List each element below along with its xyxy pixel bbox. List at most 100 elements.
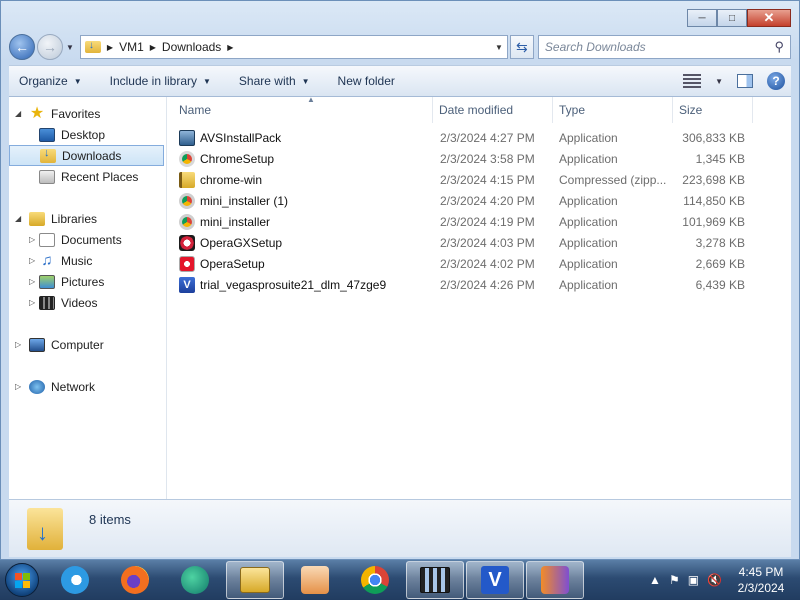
sidebar-item-libraries[interactable]: ◢ Libraries <box>9 208 166 229</box>
sidebar-item-recent-places[interactable]: Recent Places <box>9 166 166 187</box>
back-button[interactable]: ← <box>9 34 35 60</box>
clock-date: 2/3/2024 <box>737 581 785 595</box>
file-date: 2/3/2024 4:26 PM <box>440 277 535 292</box>
recent-pages-dropdown-icon[interactable]: ▼ <box>66 43 74 52</box>
taskbar-vegas[interactable]: V <box>466 561 524 599</box>
sidebar-item-favorites[interactable]: ◢ ★ Favorites <box>9 103 166 124</box>
zip-folder-icon <box>179 171 195 188</box>
documents-icon <box>39 232 55 247</box>
network-status-icon[interactable]: ▣ <box>688 573 699 587</box>
collapsed-triangle-icon[interactable]: ▷ <box>29 277 35 286</box>
navigation-pane[interactable]: ◢ ★ Favorites Desktop Downloads Recent P… <box>9 97 167 499</box>
taskbar-internet-explorer[interactable] <box>46 561 104 599</box>
collapsed-triangle-icon[interactable]: ▷ <box>29 256 35 265</box>
caption-buttons: ─ □ ✕ <box>687 9 791 27</box>
chevron-right-icon[interactable]: ▶ <box>227 43 233 52</box>
opera-icon <box>179 255 195 272</box>
show-hidden-icons-icon[interactable]: ▲ <box>649 573 661 587</box>
forward-button[interactable]: → <box>37 34 63 60</box>
collapsed-triangle-icon[interactable]: ▷ <box>29 235 35 244</box>
collapsed-triangle-icon[interactable]: ▷ <box>15 340 21 349</box>
close-button[interactable]: ✕ <box>747 9 791 27</box>
breadcrumb-downloads[interactable]: Downloads <box>162 40 221 54</box>
maximize-button[interactable]: □ <box>717 9 747 27</box>
sidebar-item-pictures[interactable]: ▷ Pictures <box>9 271 166 292</box>
taskbar-chrome[interactable] <box>346 561 404 599</box>
share-with-button[interactable]: Share with ▼ <box>239 74 310 88</box>
expanded-triangle-icon[interactable]: ◢ <box>15 214 21 223</box>
sidebar-item-label: Network <box>51 379 96 394</box>
search-input[interactable]: Search Downloads ⚲ <box>537 35 791 59</box>
sidebar-item-label: Music <box>61 253 93 268</box>
column-header-date-modified[interactable]: Date modified <box>433 97 553 123</box>
file-row[interactable]: mini_installer (1) 2/3/2024 4:20 PM Appl… <box>167 190 791 211</box>
column-header-size[interactable]: Size <box>673 97 753 123</box>
sidebar-item-computer[interactable]: ▷ Computer <box>9 334 166 355</box>
file-row[interactable]: ChromeSetup 2/3/2024 3:58 PM Application… <box>167 148 791 169</box>
volume-muted-icon[interactable]: 🔇 <box>707 573 722 587</box>
taskbar-media-player[interactable] <box>286 561 344 599</box>
sidebar-item-music[interactable]: ▷ ♫ Music <box>9 250 166 271</box>
new-folder-button[interactable]: New folder <box>338 74 395 88</box>
taskbar-video-editor[interactable] <box>406 561 464 599</box>
sidebar-item-documents[interactable]: ▷ Documents <box>9 229 166 250</box>
file-row[interactable]: OperaGXSetup 2/3/2024 4:03 PM Applicatio… <box>167 232 791 253</box>
taskbar-windows-explorer[interactable] <box>226 561 284 599</box>
sidebar-item-label: Videos <box>61 295 98 310</box>
sidebar-item-downloads[interactable]: Downloads <box>9 145 164 166</box>
collapsed-triangle-icon[interactable]: ▷ <box>29 298 35 307</box>
taskbar-firefox[interactable] <box>106 561 164 599</box>
include-in-library-label: Include in library <box>109 74 197 88</box>
share-with-label: Share with <box>238 74 296 88</box>
sidebar-item-desktop[interactable]: Desktop <box>9 124 166 145</box>
include-in-library-button[interactable]: Include in library ▼ <box>110 74 211 88</box>
view-options-dropdown-icon[interactable]: ▼ <box>715 77 723 86</box>
chevron-down-icon: ▼ <box>203 76 211 86</box>
edge-icon <box>181 566 209 594</box>
videos-icon <box>39 295 55 310</box>
search-icon[interactable]: ⚲ <box>774 39 784 55</box>
chevron-right-icon[interactable]: ▶ <box>107 43 113 52</box>
file-name: OperaSetup <box>200 256 265 271</box>
file-list-pane[interactable]: ▲ Name Date modified Type Size AVSInstal… <box>167 95 791 499</box>
file-name: OperaGXSetup <box>200 235 283 250</box>
minimize-button[interactable]: ─ <box>687 9 717 27</box>
installer-icon <box>179 192 195 209</box>
new-folder-label: New folder <box>337 74 395 88</box>
change-view-icon[interactable] <box>683 74 702 88</box>
sidebar-item-videos[interactable]: ▷ Videos <box>9 292 166 313</box>
help-icon[interactable]: ? <box>767 72 785 90</box>
column-header-name[interactable]: Name <box>167 97 433 123</box>
action-center-flag-icon[interactable]: ⚑ <box>669 573 680 587</box>
expanded-triangle-icon[interactable]: ◢ <box>15 109 21 118</box>
start-button[interactable] <box>0 560 44 600</box>
windows-explorer-icon <box>240 567 270 593</box>
clock[interactable]: 4:45 PM 2/3/2024 <box>730 564 792 596</box>
computer-icon <box>29 337 45 352</box>
column-header-type[interactable]: Type <box>553 97 673 123</box>
sidebar-item-network[interactable]: ▷ Network <box>9 376 166 397</box>
file-row[interactable]: AVSInstallPack 2/3/2024 4:27 PM Applicat… <box>167 127 791 148</box>
refresh-button[interactable]: ⇆ <box>509 35 534 59</box>
navigation-row: ← → ▼ ▶ VM1 ▶ Downloads ▶ ▼ ⇆ Search Dow… <box>9 33 791 61</box>
preview-pane-icon[interactable] <box>737 74 753 88</box>
collapsed-triangle-icon[interactable]: ▷ <box>15 382 21 391</box>
address-bar[interactable]: ▶ VM1 ▶ Downloads ▶ ▼ <box>79 35 508 59</box>
address-history-dropdown-icon[interactable]: ▼ <box>491 43 507 52</box>
organize-button[interactable]: Organize ▼ <box>19 74 82 88</box>
sidebar-item-label: Documents <box>61 232 122 247</box>
content-area: ◢ ★ Favorites Desktop Downloads Recent P… <box>9 95 791 499</box>
chrome-icon <box>361 566 389 594</box>
file-name: AVSInstallPack <box>200 130 282 145</box>
file-size: 223,698 KB <box>682 172 745 187</box>
file-row[interactable]: Vtrial_vegasprosuite21_dlm_47zge9 2/3/20… <box>167 274 791 295</box>
chevron-right-icon[interactable]: ▶ <box>150 43 156 52</box>
avs-icon <box>179 129 195 146</box>
taskbar-loop-app[interactable] <box>526 561 584 599</box>
file-row[interactable]: chrome-win 2/3/2024 4:15 PM Compressed (… <box>167 169 791 190</box>
file-row[interactable]: mini_installer 2/3/2024 4:19 PM Applicat… <box>167 211 791 232</box>
file-row[interactable]: OperaSetup 2/3/2024 4:02 PM Application … <box>167 253 791 274</box>
file-date: 2/3/2024 3:58 PM <box>440 151 535 166</box>
taskbar-edge[interactable] <box>166 561 224 599</box>
breadcrumb-vm1[interactable]: VM1 <box>119 40 144 54</box>
